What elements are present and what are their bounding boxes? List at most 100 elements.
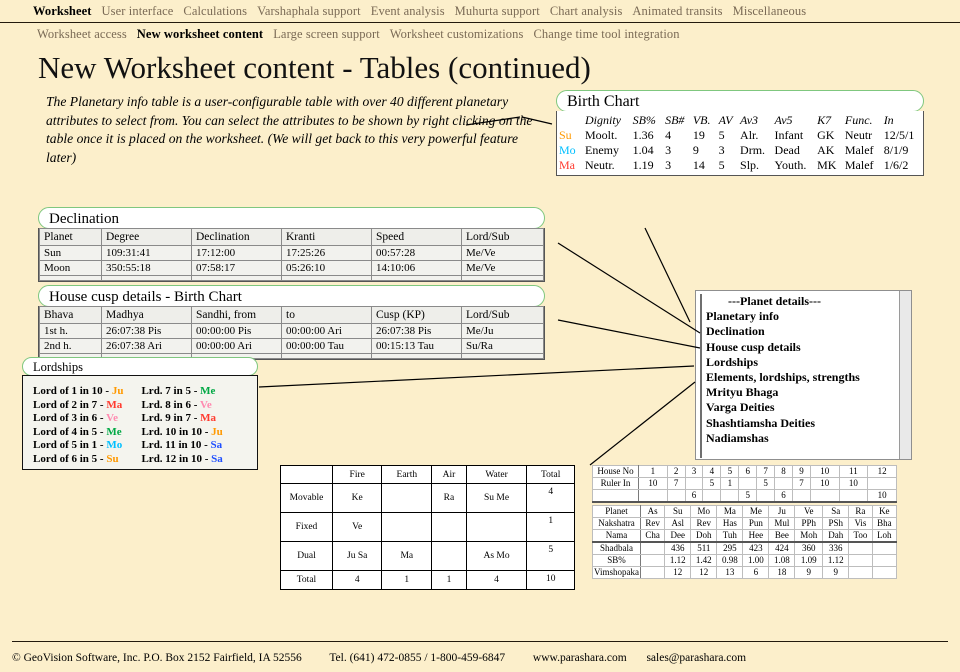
menu-worksheet[interactable]: Worksheet (28, 3, 97, 19)
table-cell: Mul (768, 517, 796, 530)
submenu-worksheet-customizations[interactable]: Worksheet customizations (385, 26, 529, 42)
menu-varshaphala-support[interactable]: Varshaphala support (252, 3, 366, 19)
column-header: Lord/Sub (461, 228, 544, 246)
table-row[interactable]: 1st h. 26:07:38 Pis 00:00:00 Pis 00:00:00 A… (39, 323, 544, 339)
planet-details-menu-item[interactable]: Planetary info (706, 309, 896, 324)
house-planet-table: House No 1 2 3 4 5 6 7 8 9 10 11 12 Ruler In 10 7 5 1 5 7 10… (592, 465, 897, 503)
planet-details-menu-item[interactable]: Lordships (706, 355, 896, 370)
column-header: Bhava (39, 306, 102, 324)
table-row[interactable]: Vimshopaka 12 12 13 6 18 9 9 (592, 566, 898, 579)
table-cell: Me/Ju (461, 323, 544, 339)
table-row[interactable]: Dual Ju Sa Ma As Mo 5 (280, 541, 575, 571)
birth-chart-panel: Birth Chart Dignity SB% SB# VB. AV Av3 Av5 K7 Fu… (556, 90, 924, 176)
table-cell: 7 (792, 477, 811, 490)
planet-details-menu-item[interactable]: House cusp details (706, 340, 896, 355)
table-cell: Ma (381, 541, 433, 571)
table-cell: Ma (716, 505, 744, 518)
table-cell: Me/Ve (461, 245, 544, 261)
elements-table: Fire Earth Air Water Total Movable Ke Ra Su Me 4… (280, 465, 575, 590)
table-row[interactable]: Movable Ke Ra Su Me 4 (280, 483, 575, 513)
table-row[interactable]: Mo Enemy 1.04 3 9 3 Drm. Dead AK Malef 8/1/9 (557, 143, 923, 158)
column-header: Lord/Sub (461, 306, 544, 324)
lordship-planet-abbr: Me (200, 385, 216, 397)
lordship-line: Lord of 6 in 5 - Su (33, 453, 123, 467)
table-row[interactable]: Sun 109:31:41 17:12:00 17:25:26 00:57:28 Me/V… (39, 245, 544, 261)
table-cell: Mo (690, 505, 718, 518)
table-cell: Malef (844, 143, 874, 157)
footer: © GeoVision Software, Inc. P.O. Box 2152… (12, 650, 948, 666)
submenu-large-screen-support[interactable]: Large screen support (268, 26, 385, 42)
table-cell: 6 (684, 489, 704, 503)
menu-chart-analysis[interactable]: Chart analysis (545, 3, 628, 19)
table-row[interactable]: House No 1 2 3 4 5 6 7 8 9 10 11 12 (592, 465, 897, 478)
table-cell: 10 (638, 477, 668, 490)
submenu-new-worksheet-content[interactable]: New worksheet content (132, 26, 268, 42)
menu-miscellaneous[interactable]: Miscellaneous (728, 3, 812, 19)
table-row[interactable]: SB% 1.12 1.42 0.98 1.00 1.08 1.09 1.12 (592, 554, 898, 567)
table-row[interactable]: Shadbala 436 511 295 423 424 360 336 (592, 541, 898, 555)
table-row[interactable]: Total 4 1 1 4 10 (280, 570, 575, 590)
table-cell (639, 566, 666, 579)
table-cell: 1.09 (794, 554, 824, 567)
table-cell: 26:07:38 Pis (101, 323, 192, 339)
table-cell: Infant (774, 128, 804, 142)
lordship-line: Lord of 2 in 7 - Ma (33, 399, 123, 413)
column-header: Air (431, 465, 467, 484)
house-cusp-panel: House cusp details - Birth Chart Bhava Ma… (38, 285, 545, 360)
planet-details-menu-item[interactable]: Mrityu Bhaga (706, 385, 896, 400)
footer-divider (12, 641, 948, 642)
menu-event-analysis[interactable]: Event analysis (366, 3, 450, 19)
table-row[interactable]: Fixed Ve 1 (280, 512, 575, 542)
table-cell: 26:07:38 Ari (101, 338, 192, 354)
table-cell: 3 (665, 143, 672, 157)
table-cell: 2nd h. (39, 338, 102, 354)
table-row[interactable]: 6 5 6 10 (592, 489, 897, 503)
footer-website[interactable]: www.parashara.com (533, 652, 627, 664)
planet-details-menu-item[interactable]: Elements, lordships, strengths (706, 370, 896, 385)
row-header: Shadbala (592, 541, 641, 555)
menu-user-interface[interactable]: User interface (97, 3, 179, 19)
table-cell (638, 489, 668, 503)
table-row[interactable]: Su Moolt. 1.36 4 19 5 Alr. Infant GK Neutr 12/5/1 (557, 128, 923, 143)
row-header: Dual (280, 541, 333, 571)
lordship-text: Lord of 1 in 10 - (33, 385, 112, 397)
table-row[interactable]: Ruler In 10 7 5 1 5 7 10 10 (592, 477, 897, 490)
table-cell (756, 489, 776, 503)
planet-details-menu-item[interactable]: Varga Deities (706, 400, 896, 415)
table-cell (431, 541, 467, 571)
menu-muhurta-support[interactable]: Muhurta support (450, 3, 545, 19)
table-cell: Su Me (465, 483, 528, 513)
table-row[interactable]: Planet As Su Mo Ma Me Ju Ve Sa Ra Ke (592, 505, 898, 518)
secondary-menubar[interactable]: Worksheet access New worksheet content Lar… (0, 25, 960, 45)
table-row[interactable]: 2nd h. 26:07:38 Ari 00:00:00 Ari 00:00:00 T… (39, 338, 544, 354)
planet-details-menu-item[interactable]: Declination (706, 324, 896, 339)
table-row[interactable]: Moon 350:55:18 07:58:17 05:26:10 14:10:06 Me/… (39, 260, 544, 276)
footer-phone: Tel. (641) 472-0855 / 1-800-459-6847 (329, 652, 506, 664)
table-cell: Bee (768, 529, 796, 543)
menu-calculations[interactable]: Calculations (178, 3, 252, 19)
table-row[interactable]: Ma Neutr. 1.19 3 14 5 Slp. Youth. MK Malef 1/6/2 (557, 158, 923, 173)
planet-details-menu-item[interactable]: Shashtiamsha Deities (706, 416, 896, 431)
submenu-change-time-tool-integration[interactable]: Change time tool integration (528, 26, 684, 42)
table-cell: 336 (822, 541, 850, 555)
footer-email[interactable]: sales@parashara.com (646, 652, 746, 664)
row-header: Fixed (280, 512, 333, 542)
table-cell: Ve (794, 505, 824, 518)
lordships-title: Lordships (22, 357, 258, 376)
table-cell: 14 (692, 158, 705, 172)
table-cell: Drm. (740, 143, 766, 157)
lordships-right-column: Lrd. 7 in 5 - Me Lrd. 8 in 6 - Ve Lrd. 9 i… (141, 385, 222, 467)
planet-details-menu-list[interactable]: ---Planet details--- Planetary info Declin… (700, 294, 896, 458)
menu-scrollbar[interactable] (899, 291, 911, 459)
planet-details-menu[interactable]: ---Planet details--- Planetary info Declin… (695, 290, 912, 460)
table-cell: 4 (665, 128, 672, 142)
table-row[interactable]: Nakshatra Rev Asl Rev Has Pun Mul PPh PSh Vis Bha (592, 517, 898, 530)
primary-menubar[interactable]: Worksheet User interface Calculations Varsh… (0, 2, 960, 22)
menu-animated-transits[interactable]: Animated transits (627, 3, 727, 19)
lordship-line: Lrd. 9 in 7 - Ma (141, 412, 222, 426)
submenu-worksheet-access[interactable]: Worksheet access (32, 26, 132, 42)
table-cell: Rev (690, 517, 718, 530)
table-row[interactable]: Nama Cha Dee Doh Tuh Hee Bee Moh Dah Too Loh (592, 529, 898, 543)
table-row-clipped (39, 275, 544, 281)
planet-details-menu-item[interactable]: Nadiamshas (706, 431, 896, 446)
